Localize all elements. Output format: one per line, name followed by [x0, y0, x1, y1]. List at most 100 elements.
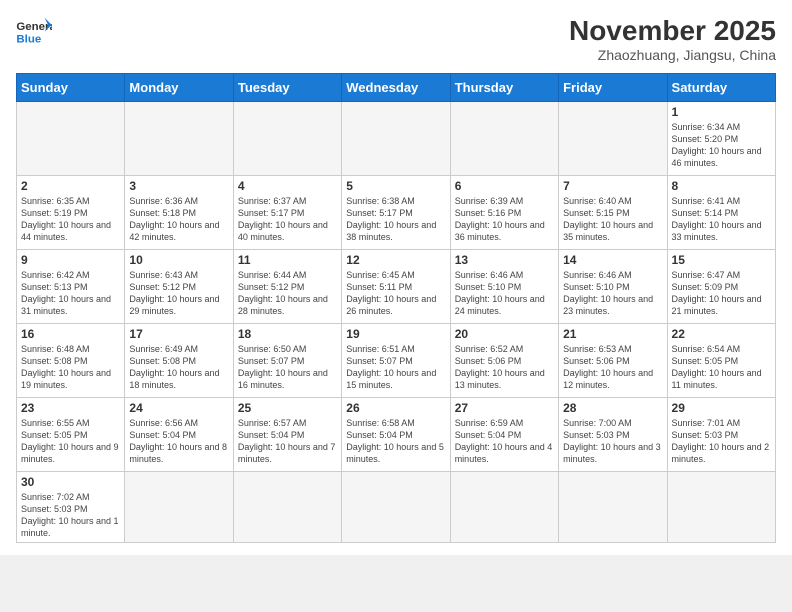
col-header-saturday: Saturday: [667, 73, 775, 101]
week-row-4: 23Sunrise: 6:55 AM Sunset: 5:05 PM Dayli…: [17, 397, 776, 471]
day-cell: 4Sunrise: 6:37 AM Sunset: 5:17 PM Daylig…: [233, 175, 341, 249]
day-number: 25: [238, 401, 337, 415]
calendar: SundayMondayTuesdayWednesdayThursdayFrid…: [16, 73, 776, 544]
week-row-5: 30 Sunrise: 7:02 AM Sunset: 5:03 PM Dayli…: [17, 471, 776, 543]
day-info: Sunrise: 6:41 AM Sunset: 5:14 PM Dayligh…: [672, 195, 771, 244]
col-header-tuesday: Tuesday: [233, 73, 341, 101]
day-info: Sunrise: 7:00 AM Sunset: 5:03 PM Dayligh…: [563, 417, 662, 466]
day-info: Sunrise: 6:39 AM Sunset: 5:16 PM Dayligh…: [455, 195, 554, 244]
day-cell: 14 Sunrise: 6:46 AM Sunset: 5:10 PM Dayli…: [559, 249, 667, 323]
day-header-row: SundayMondayTuesdayWednesdayThursdayFrid…: [17, 73, 776, 101]
day-cell: [450, 101, 558, 175]
day-number: 16: [21, 327, 120, 341]
day-number: 15: [672, 253, 771, 267]
day-number: 20: [455, 327, 554, 341]
day-info: Sunrise: 6:58 AM Sunset: 5:04 PM Dayligh…: [346, 417, 445, 466]
day-number: 8: [672, 179, 771, 193]
col-header-thursday: Thursday: [450, 73, 558, 101]
day-info: Sunrise: 6:34 AM Sunset: 5:20 PM Dayligh…: [672, 121, 771, 170]
day-info: Sunrise: 6:57 AM Sunset: 5:04 PM Dayligh…: [238, 417, 337, 466]
day-info: Sunrise: 6:44 AM Sunset: 5:12 PM Dayligh…: [238, 269, 337, 318]
logo: General Blue: [16, 16, 52, 46]
day-info: Sunrise: 6:45 AM Sunset: 5:11 PM Dayligh…: [346, 269, 445, 318]
day-cell: [125, 101, 233, 175]
day-number: 12: [346, 253, 445, 267]
day-number: 14: [563, 253, 662, 267]
day-info: Sunrise: 6:35 AM Sunset: 5:19 PM Dayligh…: [21, 195, 120, 244]
col-header-monday: Monday: [125, 73, 233, 101]
day-cell: 5 Sunrise: 6:38 AM Sunset: 5:17 PM Daylig…: [342, 175, 450, 249]
day-cell: 12 Sunrise: 6:45 AM Sunset: 5:11 PM Dayli…: [342, 249, 450, 323]
day-info: Sunrise: 6:54 AM Sunset: 5:05 PM Dayligh…: [672, 343, 771, 392]
svg-text:Blue: Blue: [16, 33, 41, 45]
day-cell: 11Sunrise: 6:44 AM Sunset: 5:12 PM Dayli…: [233, 249, 341, 323]
day-cell: 25 Sunrise: 6:57 AM Sunset: 5:04 PM Dayli…: [233, 397, 341, 471]
day-number: 2: [21, 179, 120, 193]
day-cell: [342, 471, 450, 543]
day-info: Sunrise: 7:02 AM Sunset: 5:03 PM Dayligh…: [21, 491, 120, 540]
day-cell: 16 Sunrise: 6:48 AM Sunset: 5:08 PM Dayli…: [17, 323, 125, 397]
day-cell: 9 Sunrise: 6:42 AM Sunset: 5:13 PM Daylig…: [17, 249, 125, 323]
week-row-2: 9 Sunrise: 6:42 AM Sunset: 5:13 PM Daylig…: [17, 249, 776, 323]
day-cell: 23Sunrise: 6:55 AM Sunset: 5:05 PM Dayli…: [17, 397, 125, 471]
day-info: Sunrise: 6:38 AM Sunset: 5:17 PM Dayligh…: [346, 195, 445, 244]
day-number: 21: [563, 327, 662, 341]
day-cell: 1 Sunrise: 6:34 AM Sunset: 5:20 PM Daylig…: [667, 101, 775, 175]
location: Zhaozhuang, Jiangsu, China: [569, 47, 776, 63]
day-number: 3: [129, 179, 228, 193]
day-cell: 24Sunrise: 6:56 AM Sunset: 5:04 PM Dayli…: [125, 397, 233, 471]
day-cell: [17, 101, 125, 175]
week-row-1: 2 Sunrise: 6:35 AM Sunset: 5:19 PM Daylig…: [17, 175, 776, 249]
day-cell: 13 Sunrise: 6:46 AM Sunset: 5:10 PM Dayli…: [450, 249, 558, 323]
day-number: 17: [129, 327, 228, 341]
day-info: Sunrise: 6:36 AM Sunset: 5:18 PM Dayligh…: [129, 195, 228, 244]
day-cell: [233, 471, 341, 543]
day-info: Sunrise: 6:40 AM Sunset: 5:15 PM Dayligh…: [563, 195, 662, 244]
day-cell: 18 Sunrise: 6:50 AM Sunset: 5:07 PM Dayli…: [233, 323, 341, 397]
day-number: 27: [455, 401, 554, 415]
day-info: Sunrise: 6:43 AM Sunset: 5:12 PM Dayligh…: [129, 269, 228, 318]
day-info: Sunrise: 6:53 AM Sunset: 5:06 PM Dayligh…: [563, 343, 662, 392]
day-cell: [559, 101, 667, 175]
day-info: Sunrise: 6:50 AM Sunset: 5:07 PM Dayligh…: [238, 343, 337, 392]
day-info: Sunrise: 6:42 AM Sunset: 5:13 PM Dayligh…: [21, 269, 120, 318]
month-title: November 2025: [569, 16, 776, 47]
day-number: 28: [563, 401, 662, 415]
day-number: 19: [346, 327, 445, 341]
day-cell: 21 Sunrise: 6:53 AM Sunset: 5:06 PM Dayli…: [559, 323, 667, 397]
col-header-sunday: Sunday: [17, 73, 125, 101]
day-info: Sunrise: 6:47 AM Sunset: 5:09 PM Dayligh…: [672, 269, 771, 318]
day-number: 9: [21, 253, 120, 267]
day-info: Sunrise: 6:46 AM Sunset: 5:10 PM Dayligh…: [563, 269, 662, 318]
day-cell: 30 Sunrise: 7:02 AM Sunset: 5:03 PM Dayli…: [17, 471, 125, 543]
day-cell: [450, 471, 558, 543]
day-cell: 15 Sunrise: 6:47 AM Sunset: 5:09 PM Dayli…: [667, 249, 775, 323]
generalblue-logo-icon: General Blue: [16, 16, 52, 46]
day-number: 24: [129, 401, 228, 415]
day-number: 1: [672, 105, 771, 119]
day-info: Sunrise: 6:46 AM Sunset: 5:10 PM Dayligh…: [455, 269, 554, 318]
day-info: Sunrise: 6:52 AM Sunset: 5:06 PM Dayligh…: [455, 343, 554, 392]
day-number: 26: [346, 401, 445, 415]
day-cell: 19 Sunrise: 6:51 AM Sunset: 5:07 PM Dayli…: [342, 323, 450, 397]
day-number: 18: [238, 327, 337, 341]
day-number: 30: [21, 475, 120, 489]
day-cell: [667, 471, 775, 543]
day-info: Sunrise: 6:59 AM Sunset: 5:04 PM Dayligh…: [455, 417, 554, 466]
day-info: Sunrise: 6:55 AM Sunset: 5:05 PM Dayligh…: [21, 417, 120, 466]
day-number: 5: [346, 179, 445, 193]
day-cell: [559, 471, 667, 543]
day-cell: 10 Sunrise: 6:43 AM Sunset: 5:12 PM Dayli…: [125, 249, 233, 323]
day-info: Sunrise: 6:37 AM Sunset: 5:17 PM Dayligh…: [238, 195, 337, 244]
week-row-3: 16 Sunrise: 6:48 AM Sunset: 5:08 PM Dayli…: [17, 323, 776, 397]
day-cell: 6Sunrise: 6:39 AM Sunset: 5:16 PM Daylig…: [450, 175, 558, 249]
day-info: Sunrise: 6:51 AM Sunset: 5:07 PM Dayligh…: [346, 343, 445, 392]
day-info: Sunrise: 7:01 AM Sunset: 5:03 PM Dayligh…: [672, 417, 771, 466]
day-number: 22: [672, 327, 771, 341]
day-number: 10: [129, 253, 228, 267]
col-header-wednesday: Wednesday: [342, 73, 450, 101]
day-cell: 3 Sunrise: 6:36 AM Sunset: 5:18 PM Daylig…: [125, 175, 233, 249]
day-number: 13: [455, 253, 554, 267]
day-info: Sunrise: 6:48 AM Sunset: 5:08 PM Dayligh…: [21, 343, 120, 392]
day-number: 29: [672, 401, 771, 415]
